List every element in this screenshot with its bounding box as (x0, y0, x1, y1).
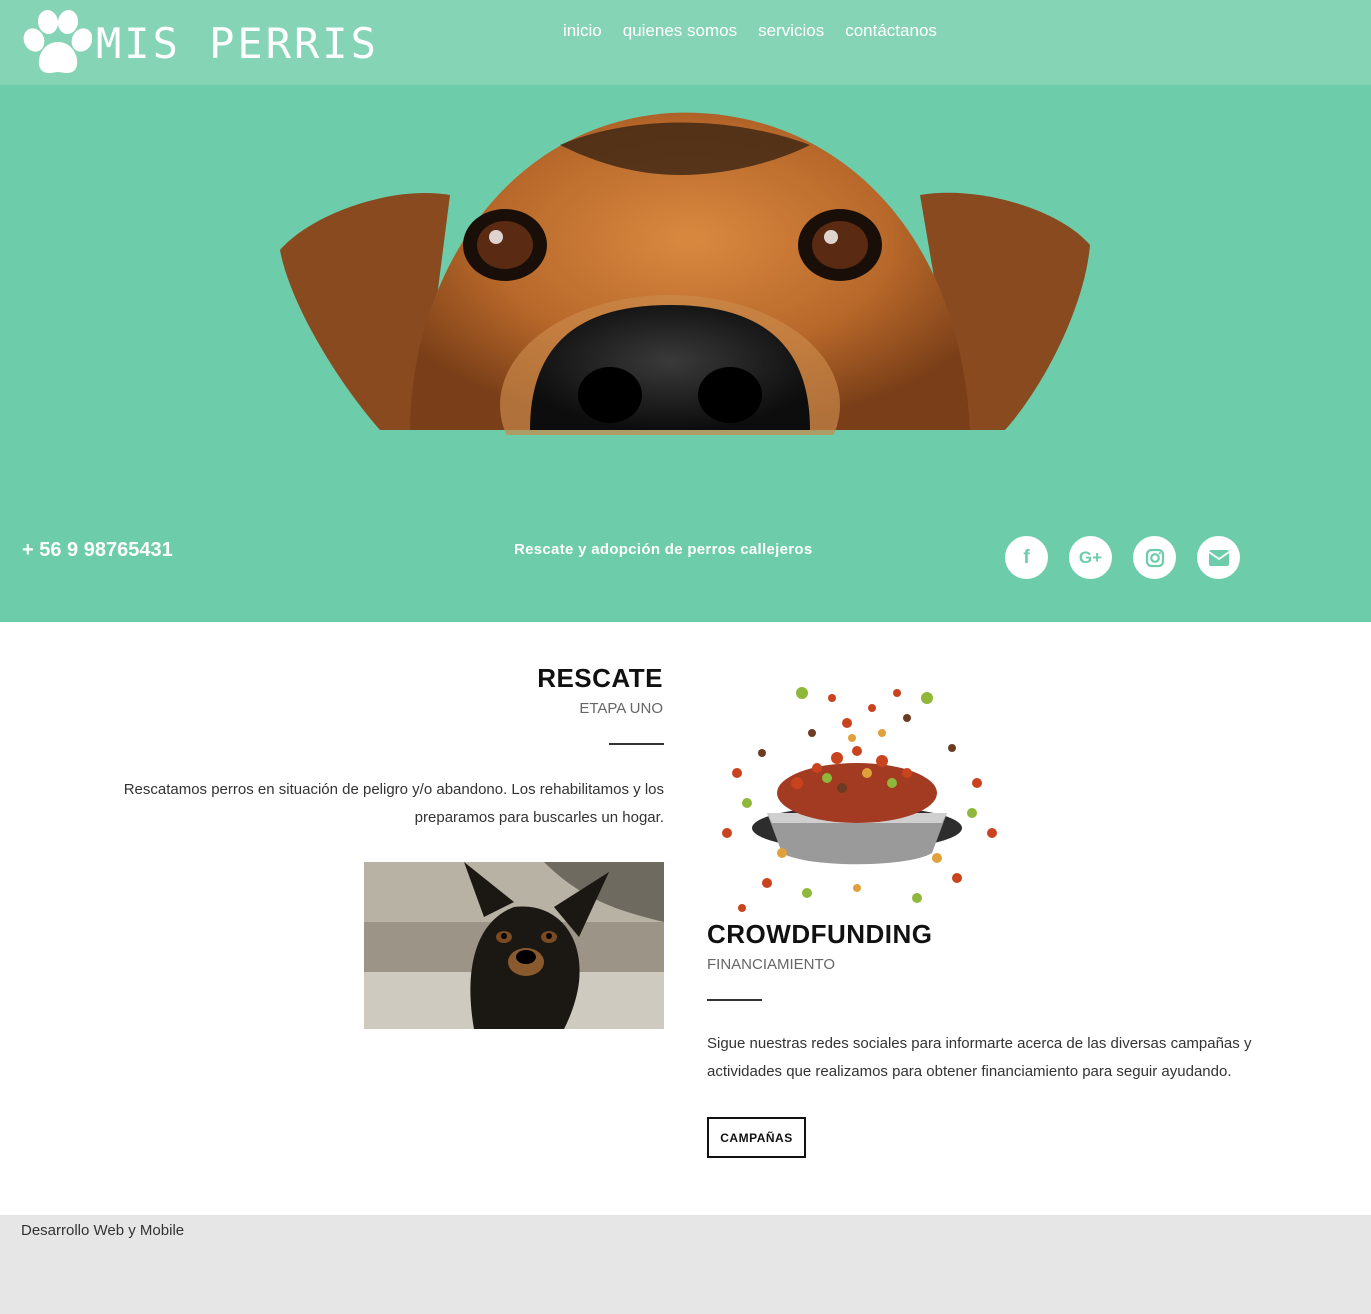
rescued-dog-image (364, 862, 664, 1029)
social-links: f G+ (1005, 536, 1240, 579)
divider (609, 743, 664, 745)
main-nav: inicio quienes somos servicios contáctan… (563, 21, 937, 41)
instagram-link[interactable] (1133, 536, 1176, 579)
facebook-link[interactable]: f (1005, 536, 1048, 579)
email-link[interactable] (1197, 536, 1240, 579)
rescate-subtitle: ETAPA UNO (579, 700, 663, 717)
google-plus-link[interactable]: G+ (1069, 536, 1112, 579)
site-footer: Desarrollo Web y Mobile (0, 1215, 1371, 1314)
rescate-description: Rescatamos perros en situación de peligr… (123, 781, 664, 826)
facebook-icon: f (1023, 546, 1030, 568)
campanas-button[interactable]: CAMPAÑAS (707, 1117, 806, 1158)
crowdfunding-title: CROWDFUNDING (707, 919, 933, 949)
google-plus-icon: G+ (1078, 547, 1103, 567)
site-header: MIS PERRIS inicio quienes somos servicio… (0, 0, 1371, 85)
crowdfunding-subtitle: FINANCIAMIENTO (707, 956, 836, 973)
envelope-icon (1208, 549, 1229, 566)
dog-face-image (280, 112, 1090, 435)
nav-link-servicios[interactable]: servicios (758, 21, 824, 41)
phone-number: + 56 9 98765431 (22, 539, 173, 561)
paw-icon (23, 10, 92, 73)
crowdfunding-description: Sigue nuestras redes sociales para infor… (707, 1035, 1252, 1080)
instagram-icon (1145, 548, 1164, 567)
nav-link-quienes-somos[interactable]: quienes somos (623, 21, 737, 41)
logo-text: MIS PERRIS (96, 18, 379, 68)
tagline: Rescate y adopción de perros callejeros (514, 541, 813, 558)
rescate-title: RESCATE (537, 663, 663, 693)
divider (707, 999, 762, 1001)
nav-link-contactanos[interactable]: contáctanos (845, 21, 937, 41)
footer-text: Desarrollo Web y Mobile (21, 1222, 185, 1239)
logo[interactable]: MIS PERRIS (20, 8, 379, 76)
nav-link-inicio[interactable]: inicio (563, 21, 602, 41)
hero-banner: + 56 9 98765431 Rescate y adopción de pe… (0, 85, 1371, 622)
dog-food-bowl-image (707, 663, 1007, 916)
